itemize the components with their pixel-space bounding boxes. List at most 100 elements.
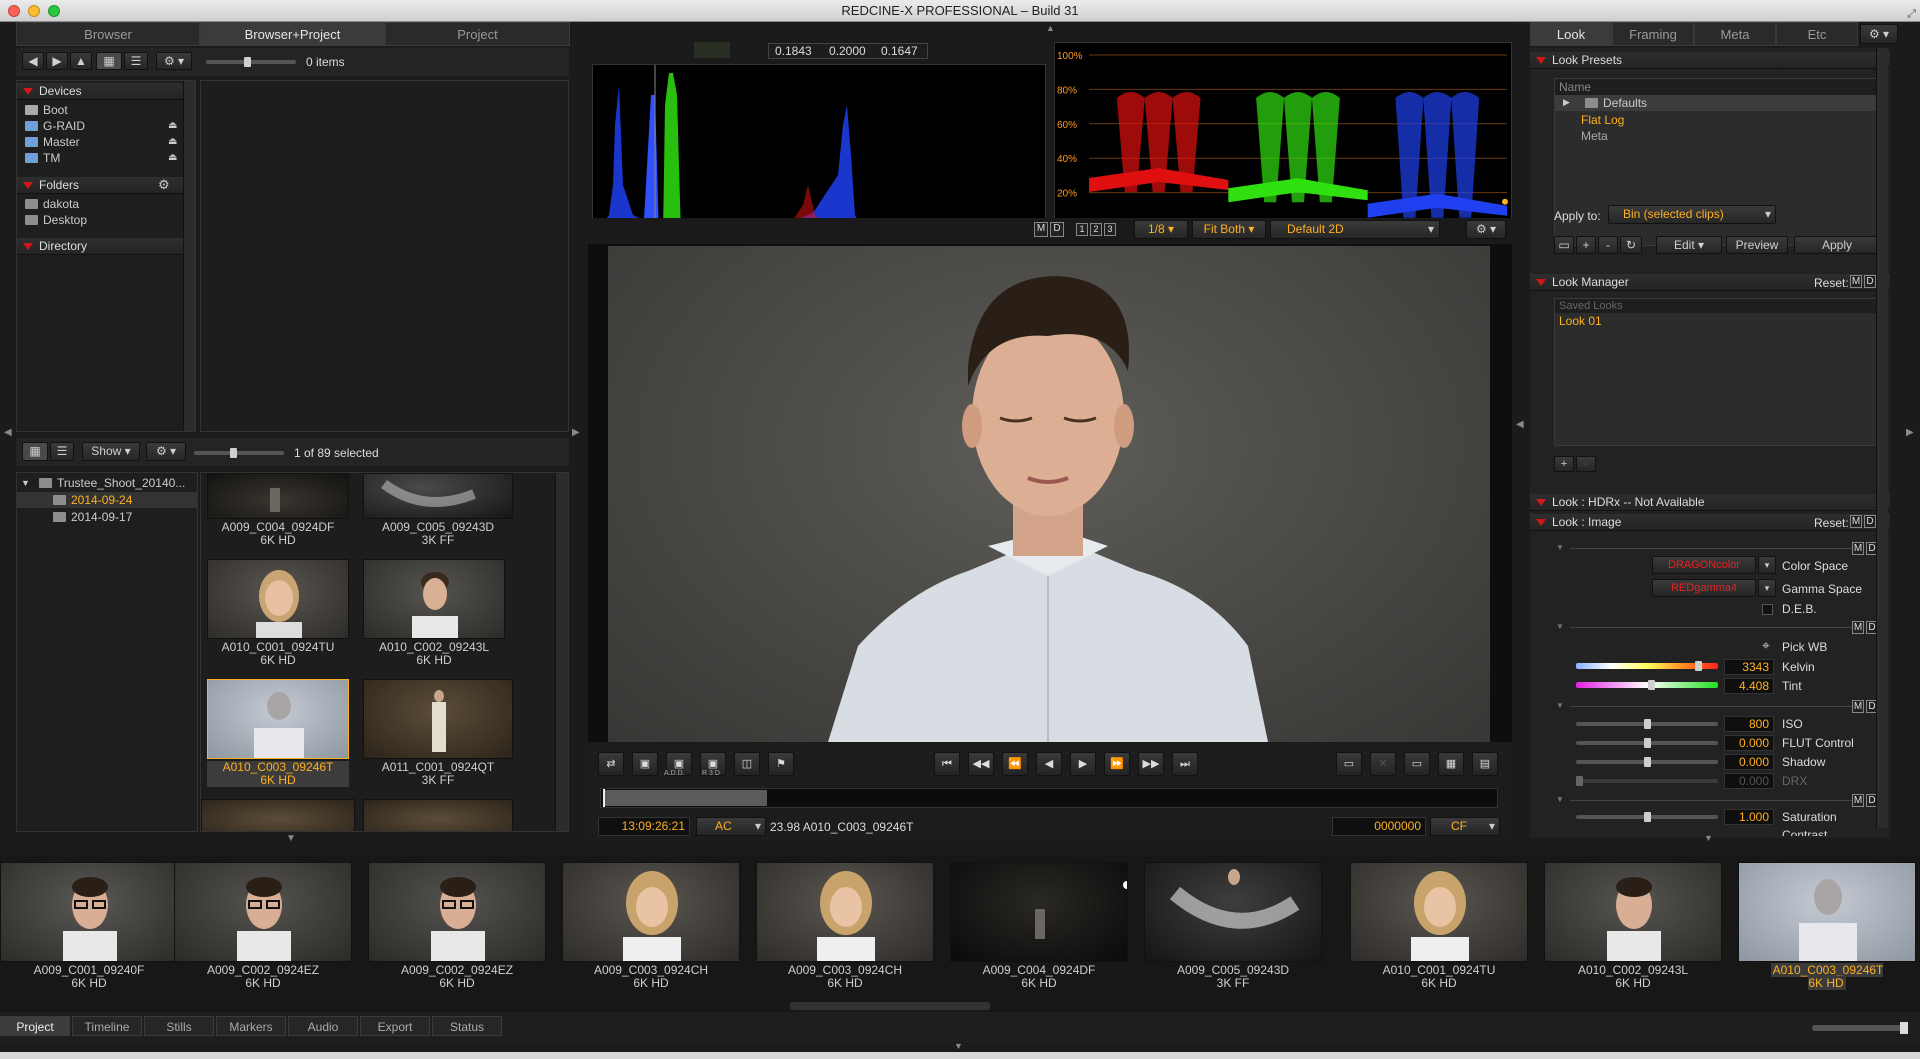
folder-button[interactable]: ▭: [1554, 236, 1574, 254]
clip-thumbnail[interactable]: [363, 679, 513, 759]
tab-look[interactable]: Look: [1530, 22, 1612, 46]
viewer-settings-button[interactable]: ⚙ ▾: [1466, 220, 1506, 239]
flag-icon[interactable]: ⚑: [768, 752, 794, 776]
tab-timeline[interactable]: Timeline: [72, 1016, 142, 1036]
collapse-right-icon[interactable]: ▶: [1906, 428, 1914, 438]
grid-view-button[interactable]: ▦: [22, 442, 48, 461]
minimize-window-button[interactable]: [28, 5, 40, 17]
tab-project[interactable]: Project: [385, 22, 570, 46]
dropdown-arrow-icon[interactable]: ▾: [1758, 579, 1776, 597]
filmstrip-clip-selected[interactable]: [1738, 862, 1916, 962]
collapse-down-icon[interactable]: ▼: [286, 834, 296, 844]
tab-meta[interactable]: Meta: [1694, 22, 1776, 46]
m-button[interactable]: M: [1852, 621, 1864, 634]
rewind-icon[interactable]: ⏪: [1002, 752, 1028, 776]
project-thumbnail-slider[interactable]: [194, 448, 284, 458]
look-settings-button[interactable]: ⚙ ▾: [1860, 24, 1898, 44]
saturation-value[interactable]: 1.000: [1724, 809, 1774, 825]
look-01[interactable]: Look 01: [1559, 314, 1602, 328]
collapse-left-icon[interactable]: ◀: [1516, 420, 1524, 430]
filmstrip-clip[interactable]: [0, 862, 178, 962]
filmstrip-clip[interactable]: [368, 862, 546, 962]
grid-scrollbar[interactable]: [555, 473, 568, 831]
disabled-tool-icon[interactable]: ✕: [1370, 752, 1396, 776]
color-space-dropdown[interactable]: DRAGONcolor: [1652, 556, 1756, 574]
deb-checkbox[interactable]: [1762, 604, 1773, 615]
tab-markers[interactable]: Markers: [216, 1016, 286, 1036]
clip-thumbnail[interactable]: [207, 559, 349, 639]
clip-thumbnail[interactable]: [363, 799, 513, 831]
tab-browser[interactable]: Browser: [16, 22, 200, 46]
remove-look-button[interactable]: -: [1576, 456, 1596, 472]
clip-thumbnail[interactable]: [207, 473, 349, 519]
clip-thumbnail[interactable]: [363, 559, 505, 639]
project-settings-button[interactable]: ⚙ ▾: [146, 442, 186, 461]
tab-project-bottom[interactable]: Project: [0, 1016, 70, 1036]
flut-value[interactable]: 0.000: [1724, 735, 1774, 751]
eyedropper-icon[interactable]: ⌖: [1762, 638, 1770, 652]
tint-value[interactable]: 4.408: [1724, 678, 1774, 694]
refresh-button[interactable]: ↻: [1620, 236, 1642, 254]
edit-dropdown[interactable]: Edit ▾: [1656, 236, 1722, 254]
reset-m-button[interactable]: M: [1850, 275, 1862, 288]
clip-thumbnail[interactable]: [363, 473, 513, 519]
filmstrip-clip[interactable]: [1144, 862, 1322, 962]
disclosure-triangle-icon[interactable]: ▶: [1563, 98, 1570, 107]
drx-value[interactable]: 0.000: [1724, 773, 1774, 789]
next-marker-icon[interactable]: ▶▶: [1138, 752, 1164, 776]
dropdown-arrow-icon[interactable]: ▾: [1758, 556, 1776, 574]
up-button[interactable]: ▲: [70, 52, 92, 70]
scale-dropdown[interactable]: 1/8 ▾: [1134, 220, 1188, 239]
view-2-button[interactable]: 2: [1090, 223, 1102, 236]
tab-status[interactable]: Status: [432, 1016, 502, 1036]
filmstrip-clip[interactable]: [1350, 862, 1528, 962]
look-scrollbar[interactable]: [1876, 48, 1888, 828]
device-g-raid[interactable]: G-RAID: [23, 118, 85, 134]
list-view-button[interactable]: ☰: [124, 52, 148, 70]
tree-scrollbar[interactable]: [183, 81, 195, 431]
collapse-up-icon[interactable]: ▲: [1046, 24, 1055, 33]
project-root[interactable]: Trustee_Shoot_20140...: [37, 475, 185, 491]
kelvin-value[interactable]: 3343: [1724, 659, 1774, 675]
play-icon[interactable]: ▶: [1070, 752, 1096, 776]
view-3-button[interactable]: 3: [1104, 223, 1116, 236]
mark-in-out-icon[interactable]: ⇄: [598, 752, 624, 776]
filmstrip-clip[interactable]: [1544, 862, 1722, 962]
tab-etc[interactable]: Etc: [1776, 22, 1858, 46]
aspect-icon[interactable]: ▭: [1404, 752, 1430, 776]
devices-header[interactable]: Devices: [17, 83, 183, 100]
list-view-button[interactable]: ☰: [50, 442, 74, 461]
ruler-icon[interactable]: ▤: [1472, 752, 1498, 776]
folder-desktop[interactable]: Desktop: [23, 212, 87, 228]
timeline-scrubber[interactable]: [600, 788, 1498, 808]
m-button[interactable]: M: [1852, 542, 1864, 555]
gear-icon[interactable]: ⚙: [158, 178, 170, 191]
eject-icon[interactable]: ⏏: [168, 121, 177, 131]
step-back-icon[interactable]: ◀: [1036, 752, 1062, 776]
show-dropdown[interactable]: Show ▾: [82, 442, 140, 461]
filmstrip-clip[interactable]: [174, 862, 352, 962]
collapse-icon[interactable]: ▼: [1556, 796, 1564, 804]
viewer[interactable]: [588, 244, 1512, 742]
expand-bottom-icon[interactable]: ▼: [954, 1042, 963, 1051]
expand-right-icon[interactable]: ▶: [572, 428, 580, 438]
gamma-space-dropdown[interactable]: REDgamma4: [1652, 579, 1756, 597]
tab-audio[interactable]: Audio: [288, 1016, 358, 1036]
shadow-slider[interactable]: [1576, 757, 1718, 767]
preset-defaults[interactable]: Defaults: [1583, 95, 1647, 111]
tab-export[interactable]: Export: [360, 1016, 430, 1036]
kelvin-slider[interactable]: [1576, 661, 1718, 671]
bottom-zoom-knob[interactable]: [1900, 1022, 1908, 1034]
disclosure-triangle-icon[interactable]: ▼: [21, 479, 30, 488]
go-to-end-icon[interactable]: ⏭: [1172, 752, 1198, 776]
preview-button[interactable]: Preview: [1726, 236, 1788, 254]
iso-slider[interactable]: [1576, 719, 1718, 729]
apply-to-dropdown[interactable]: Bin (selected clips) ▾: [1608, 205, 1776, 224]
reset-d-button[interactable]: D: [1864, 275, 1876, 288]
preset-meta[interactable]: Meta: [1581, 129, 1608, 143]
filmstrip-clip[interactable]: [756, 862, 934, 962]
add-look-button[interactable]: +: [1554, 456, 1574, 472]
close-window-button[interactable]: [8, 5, 20, 17]
bin-2014-09-24[interactable]: 2014-09-24: [51, 492, 132, 508]
tint-slider[interactable]: [1576, 680, 1718, 690]
